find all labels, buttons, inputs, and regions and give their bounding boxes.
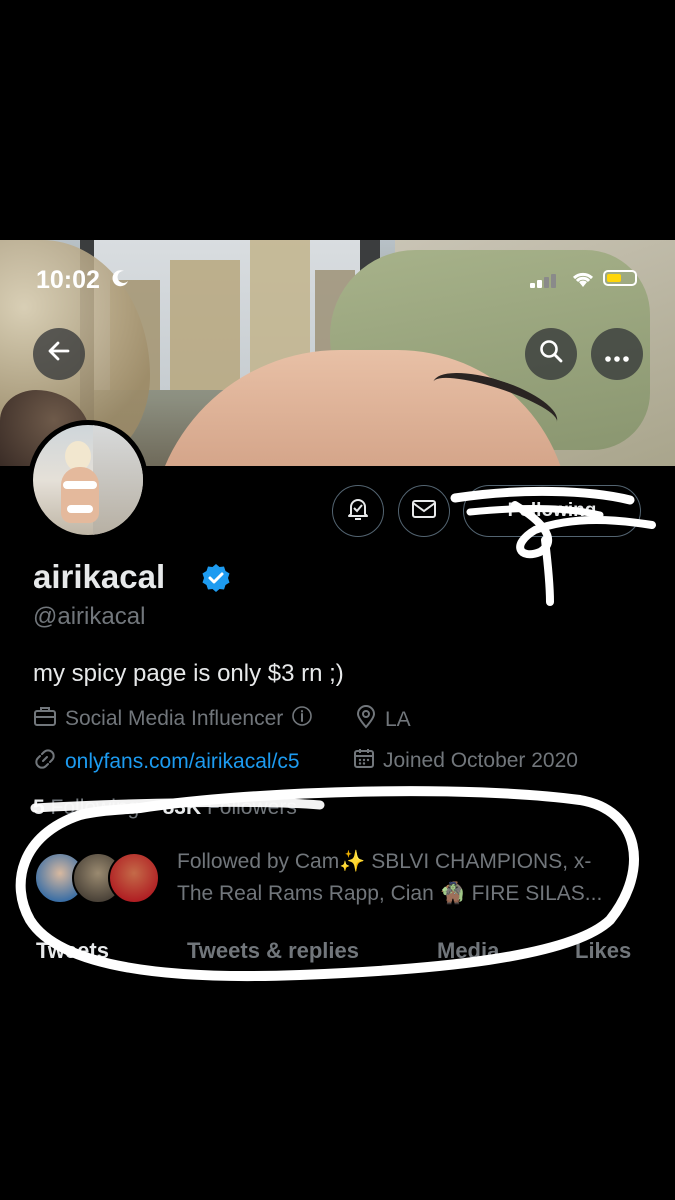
notification-bell-icon [345,496,371,527]
joined-date: Joined October 2020 [383,749,578,772]
following-count: 5 [33,796,45,819]
cellular-signal-icon [530,274,558,293]
status-bar: 10:02 [0,240,675,320]
status-time: 10:02 [36,266,100,294]
calendar-icon [353,747,375,775]
category-row: Social Media Influencer [33,705,313,733]
followed-by-text[interactable]: Followed by Cam✨ SBLVI CHAMPIONS, x- The… [177,846,642,910]
more-icon [604,339,630,370]
back-button[interactable] [33,328,85,380]
followers-label: Followers [206,796,297,819]
verified-badge-icon [200,562,232,599]
location-pin-icon [355,705,377,735]
joined-row: Joined October 2020 [353,747,578,775]
website-row[interactable]: onlyfans.com/airikacal/c5 [33,747,300,777]
more-options-button[interactable] [591,328,643,380]
profile-tabs: Tweets Tweets & replies Media Likes [0,938,675,968]
search-button[interactable] [525,328,577,380]
markup-overlay [15,486,656,982]
follower-avatar[interactable] [108,852,160,904]
following-label: Following [50,796,140,819]
info-icon[interactable] [291,705,313,733]
briefcase-icon [33,705,57,733]
tab-tweets[interactable]: Tweets [36,938,109,964]
tab-tweets-replies[interactable]: Tweets & replies [187,938,359,964]
tab-media[interactable]: Media [437,938,499,964]
location-row: LA [355,705,411,735]
following-button[interactable]: Following [463,485,641,537]
link-icon [33,747,57,777]
followers-count: 83K [162,796,202,819]
moon-icon [111,268,131,293]
bio: my spicy page is only $3 rn ;) [33,660,344,687]
follow-counts: 5 Following 83K Followers [33,796,297,820]
display-name: airikacal [33,558,166,595]
followed-by-line: Followed by Cam✨ SBLVI CHAMPIONS, x- [177,850,592,873]
followed-by-line: The Real Rams Rapp, Cian 🧌 FIRE SILAS... [177,882,603,905]
tab-likes[interactable]: Likes [575,938,631,964]
battery-icon [603,270,637,286]
back-arrow-icon [46,338,72,371]
location-label: LA [385,708,411,731]
message-button[interactable] [398,485,450,537]
search-icon [538,338,564,371]
wifi-icon [571,270,595,293]
profile-avatar[interactable] [28,420,148,540]
followers-link[interactable]: 83K Followers [163,796,297,819]
mail-icon [411,498,437,525]
website-link[interactable]: onlyfans.com/airikacal/c5 [65,750,300,774]
handle: @airikacal [33,603,146,630]
following-link[interactable]: 5 Following [33,796,139,819]
notifications-button[interactable] [332,485,384,537]
category-label: Social Media Influencer [65,707,284,730]
